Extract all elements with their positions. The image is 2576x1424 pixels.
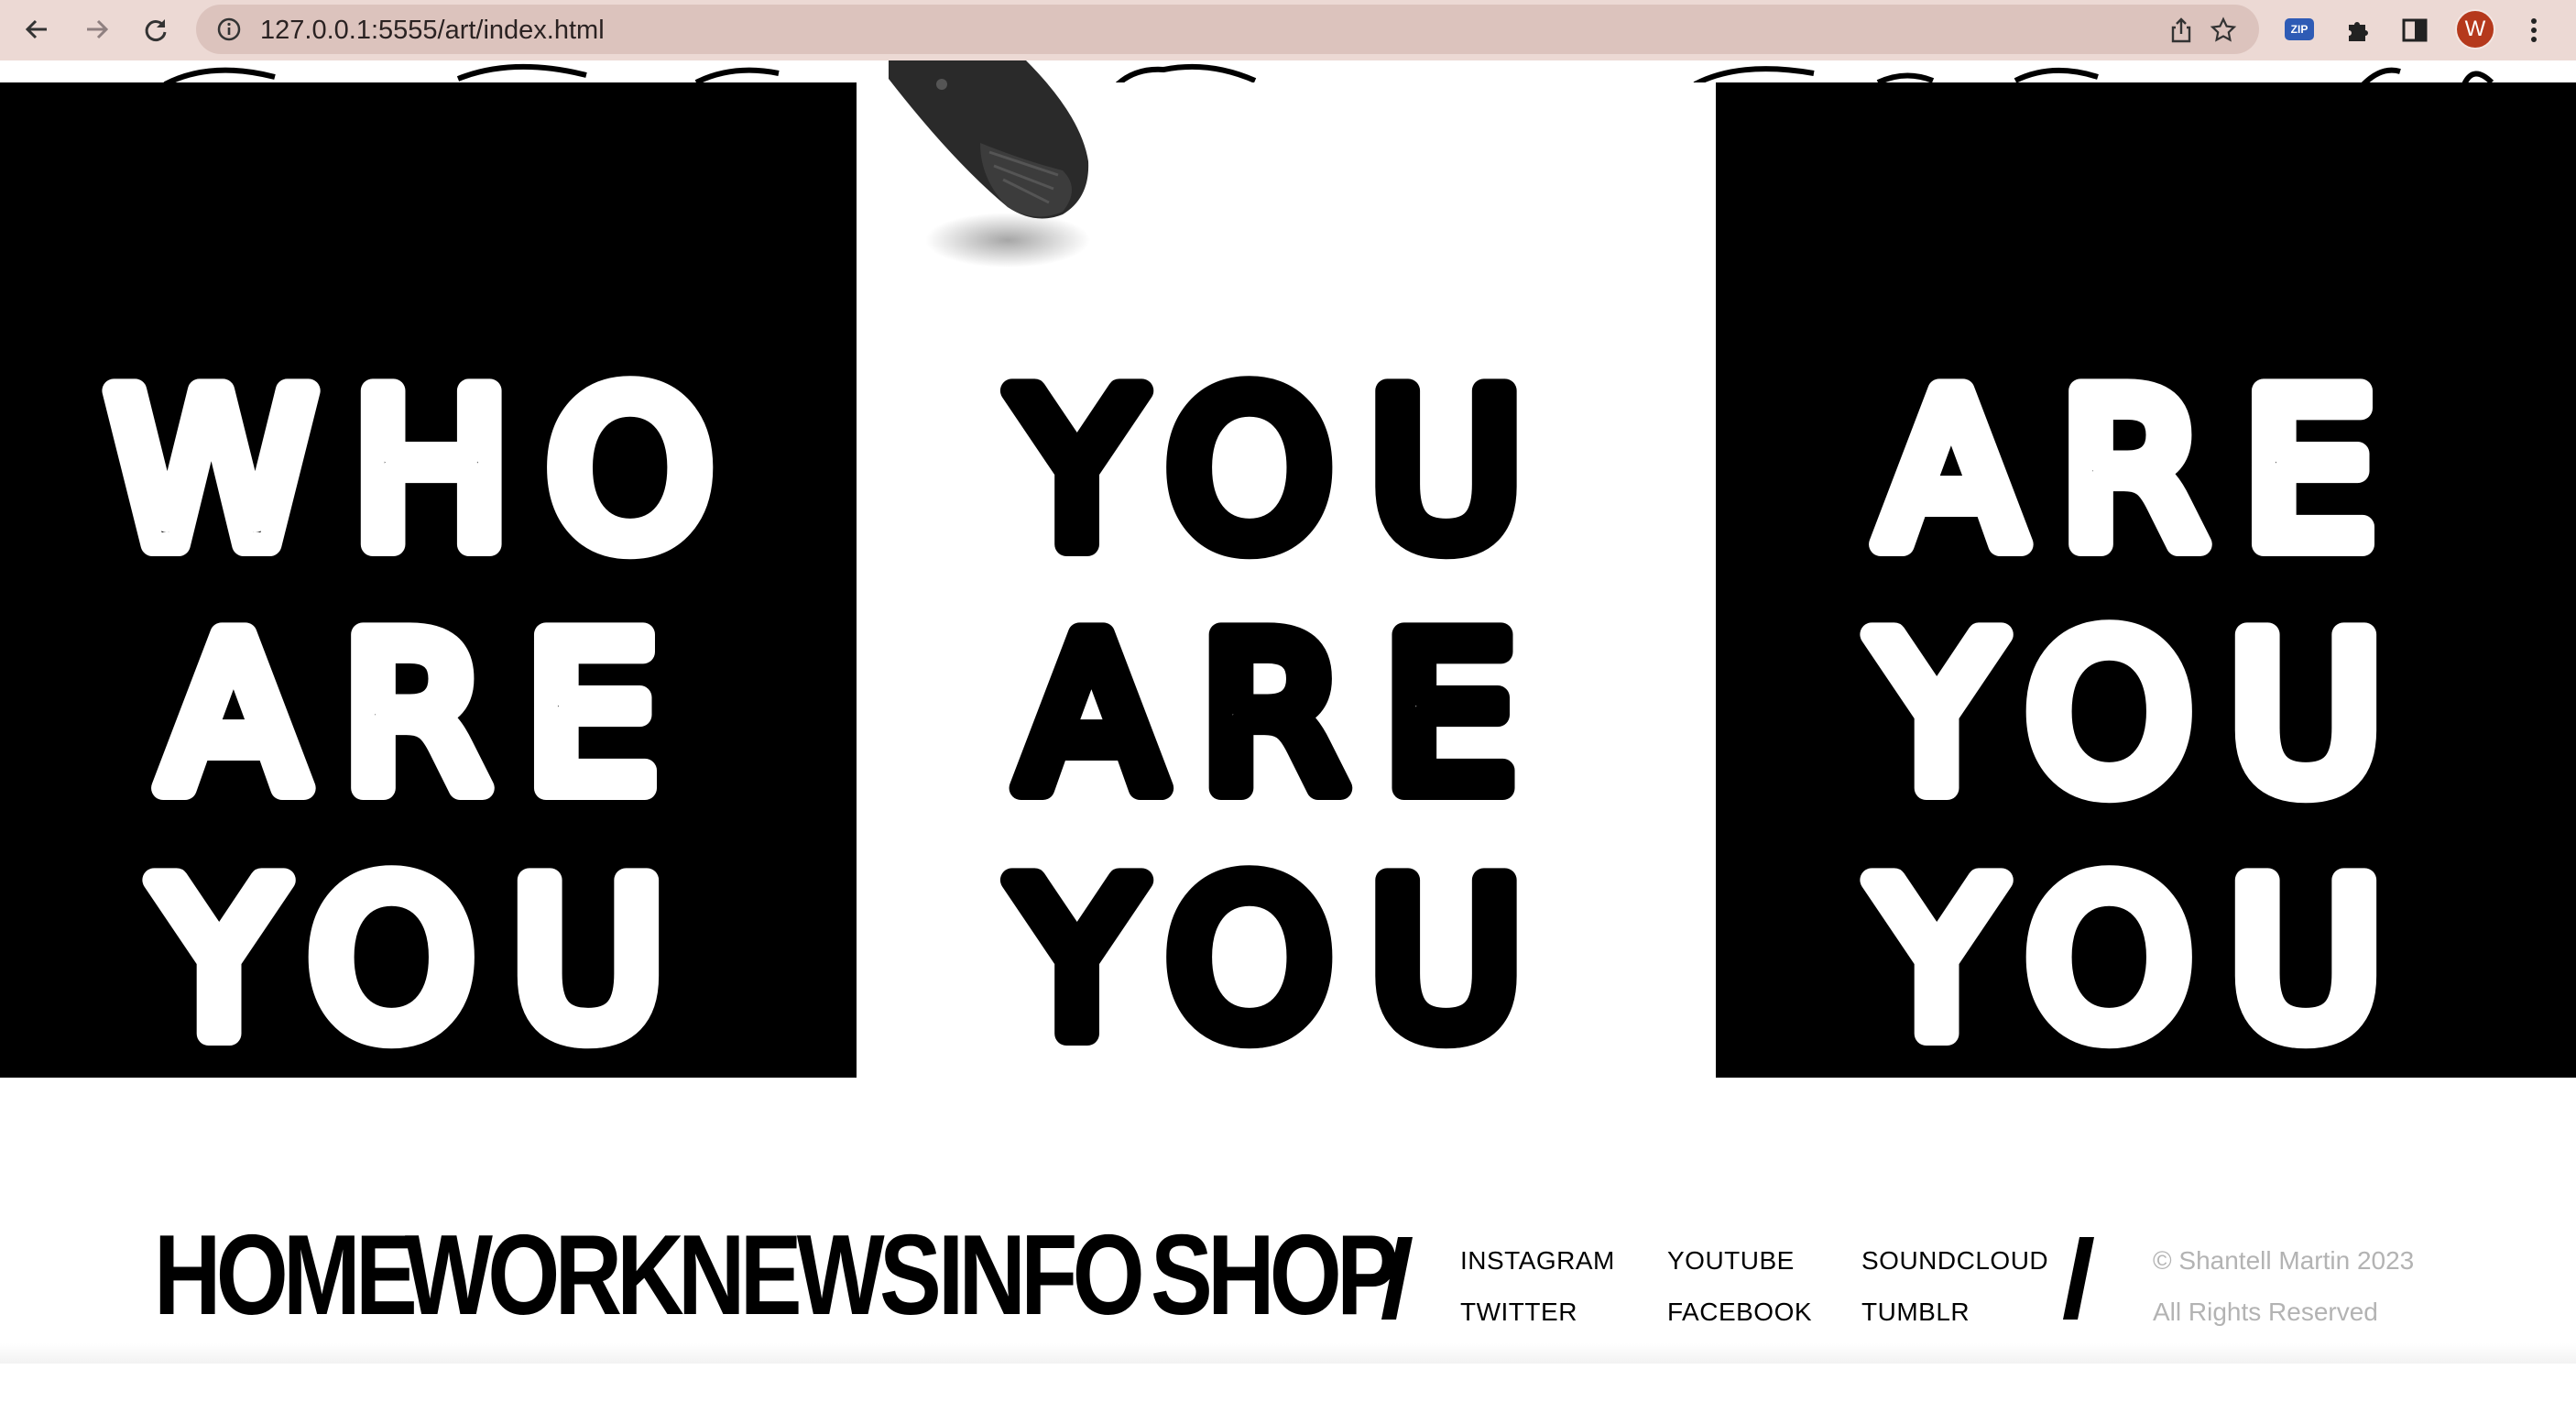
address-bar[interactable]: 127.0.0.1:5555/art/index.html	[196, 5, 2259, 54]
artwork-panel-are-you-you[interactable]: ARE YOU YOU	[1716, 82, 2576, 1138]
panel-word: ARE	[1020, 594, 1553, 838]
profile-avatar[interactable]: W	[2455, 9, 2495, 49]
forward-icon[interactable]	[79, 11, 115, 48]
panel-word: YOU	[1872, 839, 2419, 1084]
nav-shop[interactable]: SHOP	[1151, 1219, 1399, 1332]
link-youtube[interactable]: YOUTUBE	[1667, 1246, 1795, 1276]
more-menu-icon[interactable]	[2517, 14, 2550, 47]
link-soundcloud[interactable]: SOUNDCLOUD	[1861, 1246, 2048, 1276]
panel-word: YOU	[1011, 839, 1559, 1084]
divider-slash	[2063, 1237, 2094, 1320]
panel-text: YOUAREYOU	[999, 338, 1559, 1096]
panel-word: WHO	[107, 350, 749, 595]
link-facebook[interactable]: FACEBOOK	[1667, 1298, 1812, 1327]
panel-word: ARE	[1879, 350, 2412, 595]
nav-info[interactable]: INFO	[938, 1219, 1145, 1332]
copyright-text: © Shantell Martin 2023	[2153, 1246, 2415, 1275]
bookmark-star-icon[interactable]	[2210, 16, 2237, 44]
divider-slash	[1381, 1237, 1413, 1320]
panel-text: WHOAREYOU	[95, 338, 749, 1096]
back-icon[interactable]	[18, 11, 55, 48]
nav-work[interactable]: WORK	[405, 1219, 684, 1332]
sneaker-image	[889, 60, 1090, 268]
site-footer: HOME WORK NEWS INFO SHOP INSTAGRAM TWITT…	[0, 1078, 2576, 1364]
panel-word: ARE	[161, 594, 694, 838]
link-tumblr[interactable]: TUMBLR	[1861, 1298, 1970, 1327]
artwork-panel-who-are-you[interactable]: WHO ARE YOU	[0, 82, 857, 1138]
reload-icon[interactable]	[137, 11, 174, 48]
link-twitter[interactable]: TWITTER	[1460, 1298, 1577, 1327]
zip-extension-icon[interactable]: ZIP	[2285, 18, 2314, 40]
panel-word: YOU	[154, 839, 702, 1084]
nav-news[interactable]: NEWS	[678, 1219, 942, 1332]
nav-home[interactable]: HOME	[154, 1219, 418, 1332]
rights-text: All Rights Reserved	[2153, 1298, 2378, 1326]
url-text[interactable]: 127.0.0.1:5555/art/index.html	[260, 16, 605, 46]
browser-toolbar: 127.0.0.1:5555/art/index.html ZIP W	[0, 0, 2576, 60]
link-instagram[interactable]: INSTAGRAM	[1460, 1246, 1615, 1276]
bottom-shade	[0, 1343, 2576, 1364]
extensions-puzzle-icon[interactable]	[2341, 14, 2374, 47]
side-panel-icon[interactable]	[2398, 14, 2431, 47]
panel-word: YOU	[1872, 594, 2419, 838]
site-info-icon[interactable]	[216, 16, 242, 42]
panel-text: AREYOUYOU	[1860, 338, 2419, 1096]
handwriting-art: WHOAREYOU	[95, 338, 749, 1096]
doodle-strip	[163, 63, 2494, 84]
handwriting-art: AREYOUYOU	[1860, 338, 2419, 1096]
share-icon[interactable]	[2167, 16, 2195, 44]
panel-word: YOU	[1011, 350, 1559, 595]
